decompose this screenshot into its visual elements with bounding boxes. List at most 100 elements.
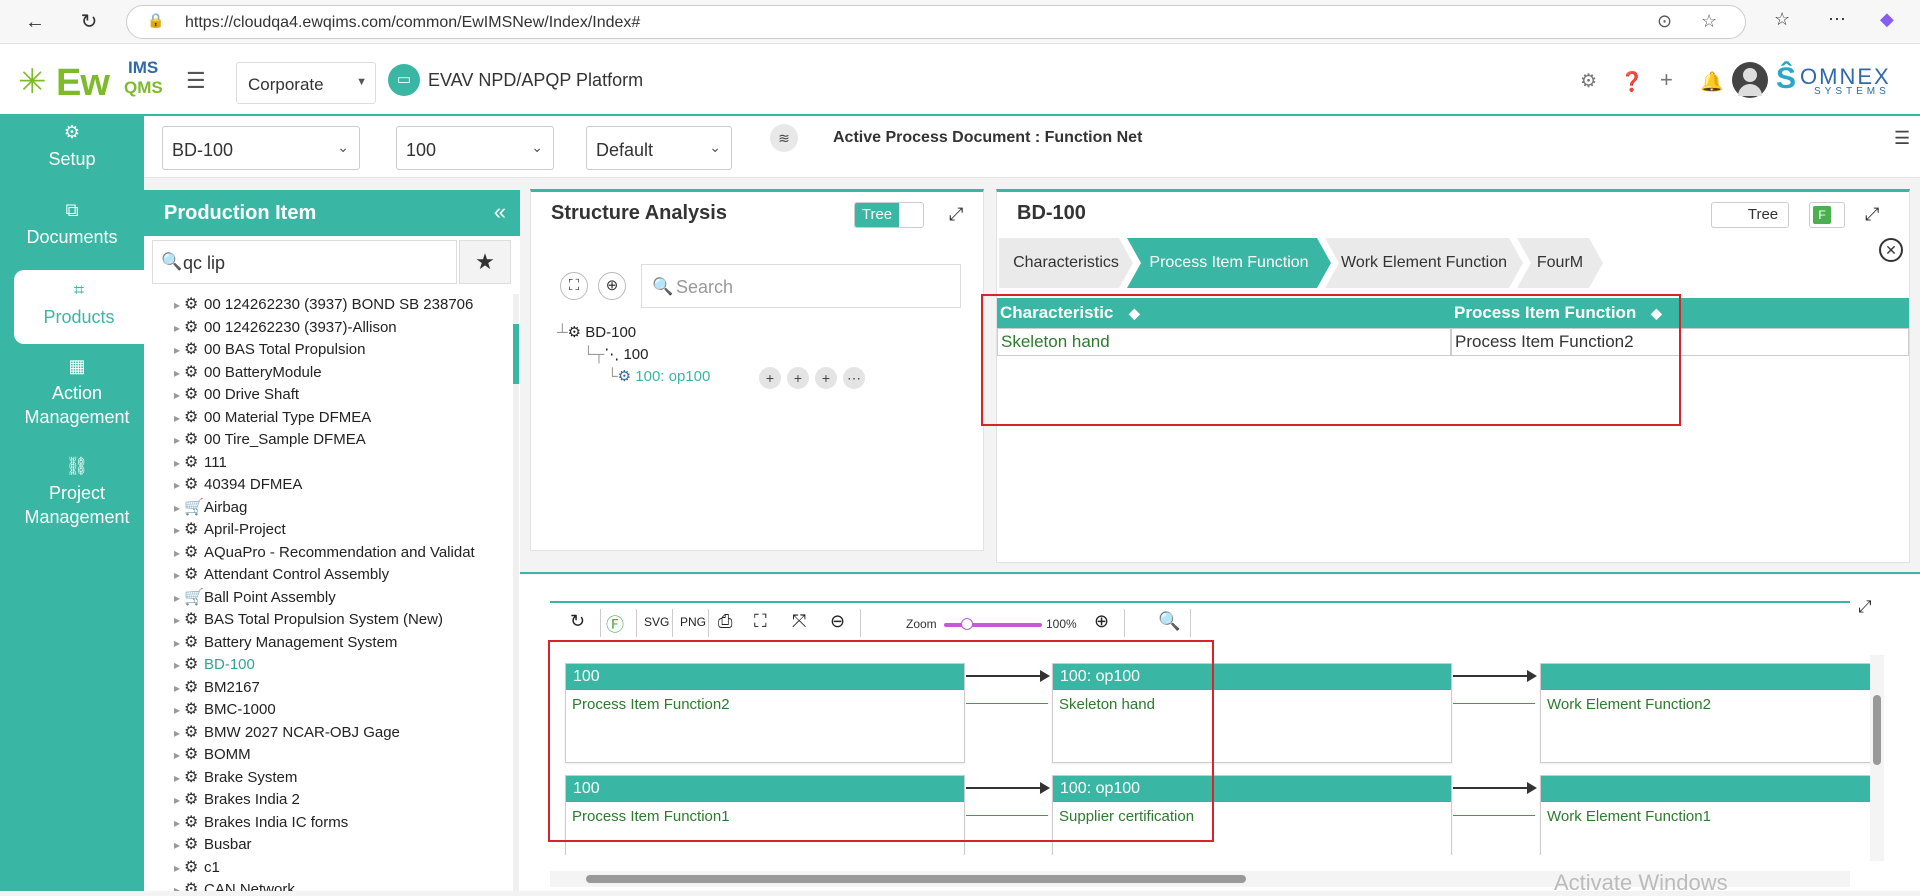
expand-caret-icon[interactable]: ▸ [174, 591, 184, 605]
menu-dots-icon[interactable]: ⋯ [1828, 9, 1846, 30]
favorite-star-icon[interactable]: ☆ [1701, 11, 1717, 32]
list-item[interactable]: ▸ ⚙ Brakes India 2 [174, 789, 300, 811]
operation-select[interactable]: 100 ⌄ [396, 126, 554, 170]
list-item[interactable]: ▸ ⚙ Busbar [174, 834, 252, 856]
collapse-left-icon[interactable]: « [494, 199, 506, 225]
structure-search-input[interactable]: 🔍 Search [641, 264, 961, 308]
list-item[interactable]: ▸ ⚙ BM2167 [174, 677, 260, 699]
reload-icon[interactable]: ↻ [76, 9, 102, 35]
tab-process-item-function[interactable]: Process Item Function [1127, 238, 1331, 288]
expand-caret-icon[interactable]: ▸ [174, 748, 184, 762]
refresh-icon[interactable]: ↻ [570, 611, 585, 632]
png-export-icon[interactable]: PNG [680, 615, 706, 629]
list-item[interactable]: ▸ ⚙ Attendant Control Assembly [174, 564, 389, 586]
user-avatar[interactable] [1732, 62, 1768, 98]
f-toggle-badge[interactable]: F [1809, 202, 1845, 228]
sidebar-item-project-management[interactable]: ⛓ Project Management [0, 456, 144, 529]
tab-characteristics[interactable]: Characteristics [999, 238, 1133, 288]
favorites-icon[interactable]: ☆ [1774, 9, 1790, 30]
net-card-left[interactable]: 100 Process Item Function1 [565, 775, 965, 855]
expand-icon[interactable]: ⤢ [1865, 204, 1879, 225]
net-card-right[interactable]: Work Element Function1 [1540, 775, 1880, 855]
table-cell-process-item-function[interactable]: Process Item Function2 [1451, 328, 1909, 356]
expand-caret-icon[interactable]: ▸ [174, 568, 184, 582]
list-item[interactable]: ▸ ⚙ Battery Management System [174, 632, 397, 654]
list-item[interactable]: ▸ 🛒Airbag [174, 497, 247, 519]
expand-icon[interactable]: ⤢ [949, 204, 963, 225]
list-item[interactable]: ▸ ⚙ 00 124262230 (3937) BOND SB 238706 [174, 294, 473, 316]
tab-work-element-function[interactable]: Work Element Function [1325, 238, 1523, 288]
list-item[interactable]: ▸ ⚙ CAN Network [174, 879, 295, 891]
list-item[interactable]: ▸ ⚙ 00 Material Type DFMEA [174, 407, 371, 429]
pif-tree-toggle[interactable]: Tree [1711, 202, 1789, 228]
tree-node-root[interactable]: ┴⚙ BD-100 [557, 323, 636, 341]
list-item[interactable]: ▸ ⚙ BMC-1000 [174, 699, 276, 721]
sidebar-item-products[interactable]: ⌗ Products [14, 270, 144, 344]
product-select[interactable]: BD-100 ⌄ [162, 126, 360, 170]
production-item-search[interactable]: 🔍 qc lip [152, 240, 457, 284]
add-node-button[interactable]: + [759, 367, 781, 389]
tab-fourm[interactable]: FourM [1517, 238, 1603, 288]
expand-caret-icon[interactable]: ▸ [174, 523, 184, 537]
sidebar-item-documents[interactable]: ⧉ Documents [0, 200, 144, 249]
expand-caret-icon[interactable]: ▸ [174, 793, 184, 807]
address-bar[interactable]: 🔒 https://cloudqa4.ewqims.com/common/EwI… [126, 5, 1746, 39]
expand-caret-icon[interactable]: ▸ [174, 321, 184, 335]
svg-export-icon[interactable]: SVG [644, 615, 669, 629]
tree-node-child[interactable]: └┬⋱ 100 [583, 345, 648, 363]
list-item[interactable]: ▸ ⚙ Brake System [174, 767, 297, 789]
expand-caret-icon[interactable]: ▸ [174, 411, 184, 425]
filter-settings-icon[interactable]: ☰ [1894, 128, 1910, 149]
list-item[interactable]: ▸ ⚙ BD-100 [174, 654, 255, 676]
layers-icon[interactable]: ≋ [770, 124, 798, 152]
settings-gear-icon[interactable]: ⚙ [1580, 70, 1597, 93]
expand-caret-icon[interactable]: ▸ [174, 703, 184, 717]
expand-caret-icon[interactable]: ▸ [174, 343, 184, 357]
expand-caret-icon[interactable]: ▸ [174, 726, 184, 740]
expand-caret-icon[interactable]: ▸ [174, 456, 184, 470]
expand-caret-icon[interactable]: ▸ [174, 478, 184, 492]
fullscreen-icon[interactable]: ⛶ [754, 611, 767, 632]
zoom-slider[interactable] [944, 618, 1042, 630]
sort-icon[interactable]: ◆ [1651, 298, 1662, 328]
list-item[interactable]: ▸ ⚙ 40394 DFMEA [174, 474, 302, 496]
copilot-icon[interactable]: ◆ [1880, 9, 1894, 30]
f-icon[interactable]: Ⓕ [606, 611, 624, 637]
expand-caret-icon[interactable]: ▸ [174, 636, 184, 650]
collapse-all-icon[interactable]: ⊕ [598, 272, 626, 300]
net-card-middle[interactable]: 100: op100 Skeleton hand [1052, 663, 1452, 763]
sort-icon[interactable]: ◆ [1129, 298, 1140, 328]
list-item[interactable]: ▸ ⚙ 00 Drive Shaft [174, 384, 299, 406]
fit-screen-icon[interactable]: ⛶ [560, 272, 588, 300]
table-cell-characteristic[interactable]: Skeleton hand [997, 328, 1451, 356]
list-item[interactable]: ▸ ⚙ 111 [174, 452, 227, 474]
more-dots-icon[interactable]: ⊙ [1657, 11, 1672, 32]
tree-node-leaf[interactable]: └⚙ 100: op100 [607, 367, 710, 385]
column-header-characteristic[interactable]: Characteristic ◆ [997, 298, 1451, 328]
expand-caret-icon[interactable]: ▸ [174, 681, 184, 695]
net-card-middle[interactable]: 100: op100 Supplier certification [1052, 775, 1452, 855]
favorite-star-button[interactable]: ★ [459, 240, 511, 284]
ewqims-logo[interactable]: ✳ Ew IMS QMS [18, 58, 168, 106]
list-item[interactable]: ▸ ⚙ BAS Total Propulsion System (New) [174, 609, 443, 631]
net-card-left[interactable]: 100 Process Item Function2 [565, 663, 965, 763]
column-header-process-item-function[interactable]: Process Item Function ◆ [1451, 298, 1909, 328]
list-item[interactable]: ▸ ⚙ 00 BatteryModule [174, 362, 322, 384]
expand-caret-icon[interactable]: ▸ [174, 613, 184, 627]
list-item[interactable]: ▸ ⚙ c1 [174, 857, 220, 879]
list-item[interactable]: ▸ ⚙ AQuaPro - Recommendation and Validat [174, 542, 475, 564]
expand-icon[interactable]: ⤢ [1858, 597, 1872, 617]
expand-caret-icon[interactable]: ▸ [174, 501, 184, 515]
expand-caret-icon[interactable]: ▸ [174, 388, 184, 402]
notification-bell-icon[interactable]: 🔔 [1700, 70, 1724, 94]
print-icon[interactable]: ⎙ [718, 611, 732, 632]
expand-caret-icon[interactable]: ▸ [174, 546, 184, 560]
expand-caret-icon[interactable]: ▸ [174, 298, 184, 312]
add-node-button[interactable]: + [815, 367, 837, 389]
zoom-out-icon[interactable]: ⊖ [830, 611, 845, 632]
expand-caret-icon[interactable]: ▸ [174, 838, 184, 852]
expand-caret-icon[interactable]: ▸ [174, 366, 184, 380]
help-icon[interactable]: ❓ [1620, 70, 1644, 94]
expand-caret-icon[interactable]: ▸ [174, 433, 184, 447]
expand-caret-icon[interactable]: ▸ [174, 816, 184, 830]
